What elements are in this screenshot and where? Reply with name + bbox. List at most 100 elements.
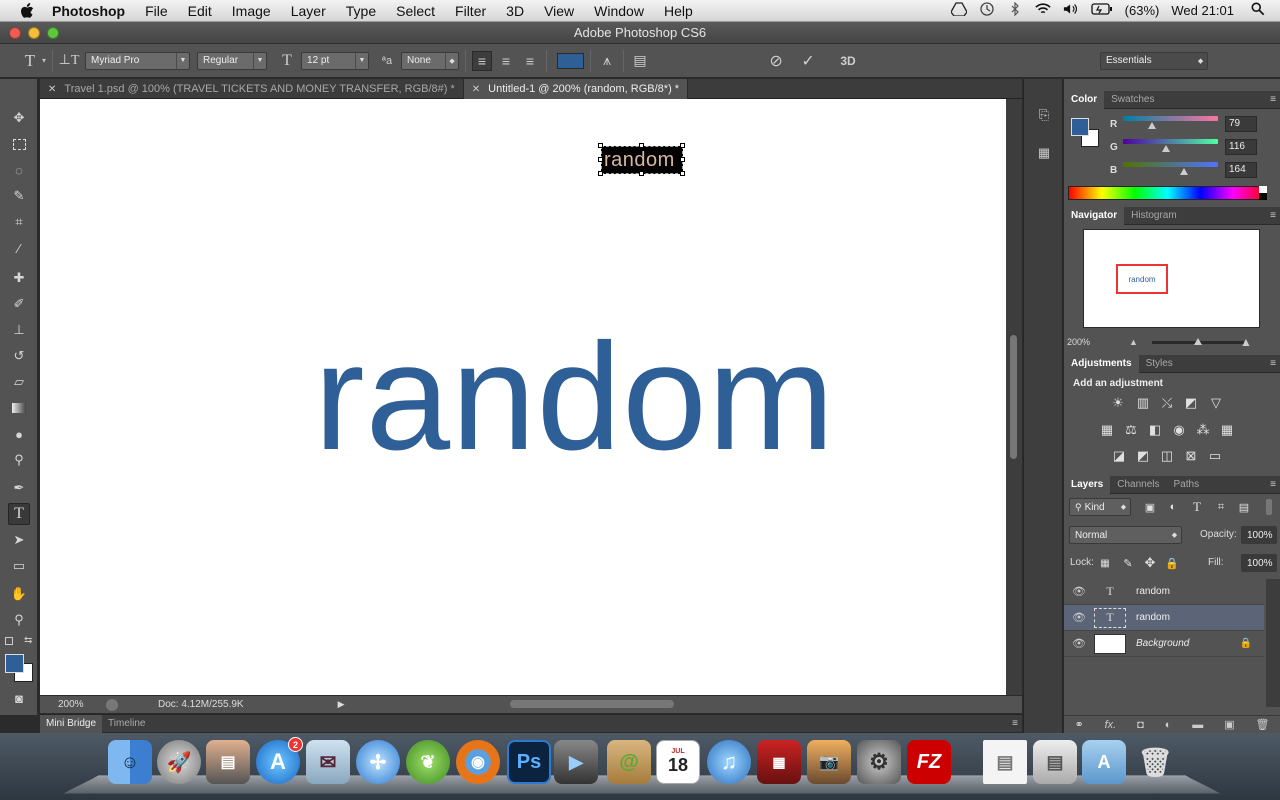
document-canvas[interactable]: random random <box>40 99 1006 695</box>
opacity-dropdown[interactable]: 100% <box>1241 526 1277 544</box>
menu-window[interactable]: Window <box>584 0 654 22</box>
menu-layer[interactable]: Layer <box>281 0 336 22</box>
rectangle-tool-icon[interactable]: ▭ <box>8 555 30 577</box>
firefox-icon[interactable]: ◉ <box>456 740 500 784</box>
layer-style-fx-icon[interactable]: fx. <box>1105 719 1117 731</box>
facetime-icon[interactable]: ▶ <box>554 740 598 784</box>
panel-menu-icon[interactable]: ≡ <box>1270 94 1276 105</box>
transform-handle[interactable] <box>598 171 603 176</box>
layer-name[interactable]: Background <box>1136 638 1189 649</box>
path-selection-tool-icon[interactable]: ➤ <box>8 529 30 551</box>
filezilla-icon[interactable]: FZ <box>907 740 951 784</box>
transform-handle[interactable] <box>598 157 603 162</box>
lock-all-icon[interactable]: 🔒 <box>1163 554 1181 572</box>
panel-menu-icon[interactable]: ≡ <box>1270 358 1276 369</box>
navigator-preview[interactable]: random <box>1083 229 1260 328</box>
dvd-player-icon[interactable]: ▦ <box>757 740 801 784</box>
transform-handle[interactable] <box>680 171 685 176</box>
font-style-dropdown[interactable]: Regular ▼ <box>197 52 267 70</box>
align-center-icon[interactable]: ≡ <box>496 51 516 71</box>
tab-swatches[interactable]: Swatches <box>1104 91 1161 109</box>
spectrum-black-white[interactable] <box>1259 186 1267 200</box>
transform-handle[interactable] <box>680 143 685 148</box>
tab-color[interactable]: Color <box>1064 91 1104 109</box>
red-value[interactable]: 79 <box>1225 116 1257 132</box>
font-size-dropdown[interactable]: 12 pt ▼ <box>301 52 369 70</box>
panel-menu-icon[interactable]: ≡ <box>1270 479 1276 490</box>
warp-text-icon[interactable]: ⩚ <box>597 51 617 71</box>
new-layer-icon[interactable]: ▣ <box>1224 718 1234 731</box>
gradient-map-icon[interactable]: ▭ <box>1206 447 1224 465</box>
crop-tool-icon[interactable]: ⌗ <box>8 211 30 233</box>
trash-icon[interactable]: 🗑 <box>1133 740 1177 784</box>
quick-mask-icon[interactable]: ◙ <box>8 687 30 709</box>
clock[interactable]: Wed 21:01 <box>1165 3 1244 18</box>
navigator-zoom-value[interactable]: 200% <box>1067 337 1090 347</box>
tab-untitled-document[interactable]: ✕ Untitled-1 @ 200% (random, RGB/8*) * <box>464 79 688 99</box>
hand-tool-icon[interactable]: ✋ <box>8 583 30 605</box>
lasso-tool-icon[interactable]: ◌ <box>8 159 30 181</box>
tab-channels[interactable]: Channels <box>1110 476 1166 494</box>
tab-mini-bridge[interactable]: Mini Bridge <box>40 715 102 733</box>
small-text-layer[interactable]: random <box>604 148 675 172</box>
color-spectrum-ramp[interactable] <box>1068 186 1267 200</box>
link-layers-icon[interactable]: ⚭ <box>1074 718 1083 731</box>
menu-type[interactable]: Type <box>336 0 386 22</box>
type-tool-preset-icon[interactable]: T <box>20 51 40 71</box>
slider-knob[interactable] <box>1180 168 1188 175</box>
gradient-tool-icon[interactable] <box>8 397 30 419</box>
tab-paths[interactable]: Paths <box>1167 476 1207 494</box>
iphoto-icon[interactable]: 📷 <box>807 740 851 784</box>
menu-app-name[interactable]: Photoshop <box>48 0 135 22</box>
menu-file[interactable]: File <box>135 0 178 22</box>
filter-pixel-icon[interactable]: ▣ <box>1141 498 1159 516</box>
fill-dropdown[interactable]: 100% <box>1241 554 1277 572</box>
default-colors-icon[interactable] <box>5 637 13 645</box>
bluetooth-icon[interactable] <box>1001 2 1029 19</box>
transform-handle[interactable] <box>680 157 685 162</box>
layer-name[interactable]: random <box>1136 586 1170 597</box>
mail-icon[interactable]: ✉ <box>306 740 350 784</box>
layer-name[interactable]: random <box>1136 612 1170 623</box>
document-stack-icon[interactable]: ▤ <box>983 740 1027 784</box>
layer-row[interactable]: 👁 T random <box>1064 579 1264 605</box>
blur-tool-icon[interactable]: ● <box>8 423 30 445</box>
contacts-icon[interactable]: @ <box>607 740 651 784</box>
blue-slider[interactable] <box>1123 162 1218 167</box>
menu-edit[interactable]: Edit <box>178 0 222 22</box>
layer-filter-dropdown[interactable]: ⚲ Kind ◆ <box>1069 498 1131 516</box>
panel-menu-icon[interactable]: ≡ <box>1270 210 1276 221</box>
color-fg-swatch[interactable] <box>1071 118 1089 136</box>
downloads-stack-icon[interactable]: ▤ <box>1033 740 1077 784</box>
visibility-eye-icon[interactable]: 👁 <box>1064 637 1094 650</box>
antialias-dropdown[interactable]: None ◆ <box>401 52 459 70</box>
delete-layer-trash-icon[interactable]: 🗑 <box>1256 718 1270 731</box>
status-menu-arrow-icon[interactable]: ▶ <box>338 699 345 710</box>
pen-tool-icon[interactable]: ✒ <box>8 477 30 499</box>
threshold-icon[interactable]: ◫ <box>1158 447 1176 465</box>
align-left-icon[interactable]: ≡ <box>472 51 492 71</box>
black-white-icon[interactable]: ◧ <box>1146 421 1164 439</box>
new-adjustment-icon[interactable]: ◐ <box>1165 719 1172 731</box>
properties-panel-icon[interactable]: ▦ <box>1034 143 1054 163</box>
workspace-dropdown[interactable]: Essentials ◆ <box>1100 52 1208 70</box>
eraser-tool-icon[interactable]: ▱ <box>8 371 30 393</box>
quick-selection-tool-icon[interactable]: ✎ <box>8 185 30 207</box>
swap-colors-icon[interactable]: ⇆ <box>24 635 32 646</box>
visibility-eye-icon[interactable]: 👁 <box>1064 585 1094 598</box>
eyedropper-tool-icon[interactable]: ⁄ <box>8 237 30 259</box>
launchpad-icon[interactable]: 🚀 <box>157 740 201 784</box>
lock-transparent-icon[interactable]: ▦ <box>1096 554 1114 572</box>
brightness-contrast-icon[interactable]: ☀ <box>1109 394 1127 412</box>
channel-mixer-icon[interactable]: ⁂ <box>1194 421 1212 439</box>
green-slider[interactable] <box>1123 139 1218 144</box>
tab-styles[interactable]: Styles <box>1139 355 1180 373</box>
zoom-out-icon[interactable]: ▲ <box>1129 337 1138 347</box>
photoshop-icon[interactable]: Ps <box>507 740 551 784</box>
history-panel-icon[interactable]: ⎘ <box>1034 105 1054 125</box>
red-slider[interactable] <box>1123 116 1218 121</box>
lock-position-icon[interactable]: ✥ <box>1141 554 1159 572</box>
tab-histogram[interactable]: Histogram <box>1124 207 1184 225</box>
slider-knob[interactable] <box>1162 145 1170 152</box>
menu-image[interactable]: Image <box>222 0 281 22</box>
